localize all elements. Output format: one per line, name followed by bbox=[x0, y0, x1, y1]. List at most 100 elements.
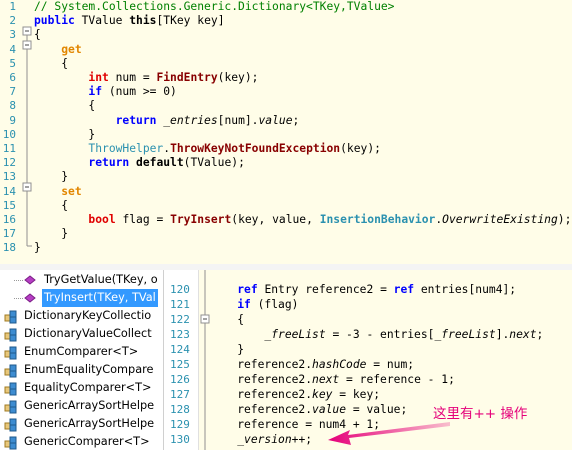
line-number: 1 bbox=[9, 0, 16, 13]
tree-item[interactable]: GenericComparer<T> bbox=[0, 433, 163, 450]
code-line: 6 int num = FindEntry(key); bbox=[0, 71, 572, 85]
line-number: 3 bbox=[9, 28, 16, 42]
line-number: 130 bbox=[170, 433, 190, 446]
line-number: 14 bbox=[2, 184, 16, 198]
code-line: 10 } bbox=[0, 128, 572, 142]
line-number: 18 bbox=[2, 241, 16, 255]
line-number: 9 bbox=[9, 113, 16, 127]
tree-item-label: GenericComparer<T> bbox=[24, 435, 150, 448]
code-text: { bbox=[34, 28, 41, 42]
code-line: 15 { bbox=[0, 199, 572, 213]
code-line: 120 ref Entry reference2 = ref entries[n… bbox=[164, 283, 572, 297]
method-icon bbox=[18, 274, 36, 286]
class-icon bbox=[4, 382, 17, 396]
code-text: _freeList = -3 - entries[_freeList].next… bbox=[264, 328, 544, 341]
top-code-editor[interactable]: 1 // System.Collections.Generic.Dictionar… bbox=[0, 0, 572, 264]
code-line: 123 _freeList = -3 - entries[_freeList].… bbox=[164, 328, 572, 342]
code-line: 12 return default(TValue); bbox=[0, 156, 572, 170]
code-text: _version++; bbox=[237, 433, 313, 446]
line-number: 8 bbox=[9, 99, 16, 113]
line-number: 6 bbox=[9, 71, 16, 84]
code-text: } bbox=[34, 170, 69, 184]
code-text: get bbox=[61, 42, 82, 56]
line-number: 126 bbox=[170, 373, 190, 386]
line-number: 2 bbox=[9, 14, 16, 28]
line-number: 11 bbox=[2, 142, 16, 155]
code-line: 1 // System.Collections.Generic.Dictionar… bbox=[0, 0, 572, 14]
code-line: 125 reference2.hashCode = num; bbox=[164, 358, 572, 372]
line-number: 17 bbox=[2, 227, 16, 241]
code-text: } bbox=[34, 127, 96, 141]
class-icon bbox=[4, 418, 17, 432]
tree-connector bbox=[14, 280, 23, 281]
line-number: 13 bbox=[2, 170, 16, 184]
tree-item-label: GenericArraySortHelpe bbox=[24, 399, 155, 412]
tree-item-label: DictionaryKeyCollectio bbox=[24, 309, 152, 322]
tree-item[interactable]: DictionaryValueCollect bbox=[0, 325, 163, 343]
code-text: reference2.next = reference - 1; bbox=[210, 373, 455, 386]
tree-item-label: TryInsert(TKey, TVal bbox=[42, 289, 158, 307]
code-text: int num = FindEntry(key); bbox=[88, 71, 259, 84]
code-line: 126 reference2.next = reference - 1; bbox=[164, 373, 572, 387]
class-icon bbox=[4, 346, 17, 360]
tree-item-label: DictionaryValueCollect bbox=[24, 327, 152, 340]
code-text: return _entries[num].value; bbox=[115, 113, 300, 127]
code-text: return default(TValue); bbox=[88, 156, 245, 170]
code-line: 14 set bbox=[0, 185, 572, 199]
tree-item[interactable]: GenericArraySortHelpe bbox=[0, 415, 163, 433]
tree-item-label: TryGetValue(TKey, o bbox=[44, 273, 158, 286]
code-line: 124 } bbox=[164, 343, 572, 357]
line-number: 128 bbox=[170, 403, 190, 416]
tree-item[interactable]: GenericArraySortHelpe bbox=[0, 397, 163, 415]
class-icon bbox=[4, 364, 17, 378]
tree-item[interactable]: DictionaryKeyCollectio bbox=[0, 307, 163, 325]
line-number: 7 bbox=[9, 85, 16, 99]
code-text: ref Entry reference2 = ref entries[num4]… bbox=[237, 283, 517, 296]
line-number: 12 bbox=[2, 156, 16, 170]
tree-item[interactable]: EnumComparer<T> bbox=[0, 343, 163, 361]
code-line: 17 } bbox=[0, 227, 572, 241]
code-text: { bbox=[34, 99, 96, 113]
code-text: { bbox=[34, 56, 69, 70]
tree-item[interactable]: TryGetValue(TKey, o bbox=[0, 271, 163, 289]
line-number: 122 bbox=[170, 313, 190, 326]
line-number: 123 bbox=[170, 328, 190, 341]
code-text: public TValue this[TKey key] bbox=[34, 14, 225, 28]
code-text: set bbox=[61, 184, 82, 198]
class-icon bbox=[4, 328, 17, 342]
code-line: 122 { bbox=[164, 313, 572, 327]
code-line: 18} bbox=[0, 241, 572, 255]
tree-item-label: EnumEqualityCompare bbox=[24, 363, 154, 376]
method-icon bbox=[18, 292, 36, 304]
line-number: 5 bbox=[9, 56, 16, 70]
code-line: 4 get bbox=[0, 43, 572, 57]
code-line: 8 { bbox=[0, 99, 572, 113]
code-text: if (flag) bbox=[237, 298, 299, 311]
code-line: 16 bool flag = TryInsert(key, value, Ins… bbox=[0, 213, 572, 227]
code-text: if (num >= 0) bbox=[88, 85, 177, 99]
code-text: bool flag = TryInsert(key, value, Insert… bbox=[88, 213, 572, 226]
code-text: // System.Collections.Generic.Dictionary… bbox=[34, 0, 395, 13]
assembly-tree[interactable]: TryGetValue(TKey, o TryInsert(TKey, TVal D… bbox=[0, 270, 164, 450]
code-line: 7 if (num >= 0) bbox=[0, 85, 572, 99]
class-icon bbox=[4, 400, 17, 414]
tree-item[interactable]: EqualityComparer<T> bbox=[0, 379, 163, 397]
code-text: { bbox=[210, 313, 245, 326]
code-line: 3{ bbox=[0, 28, 572, 42]
code-text: reference2.value = value; bbox=[210, 403, 408, 416]
tree-item[interactable]: EnumEqualityCompare bbox=[0, 361, 163, 379]
line-number: 124 bbox=[170, 343, 190, 356]
code-text: } bbox=[34, 227, 69, 241]
code-text: { bbox=[34, 198, 69, 212]
code-text: reference2.key = key; bbox=[210, 388, 381, 401]
code-line: 5 { bbox=[0, 57, 572, 71]
tree-item[interactable]: TryInsert(TKey, TVal bbox=[0, 289, 163, 307]
code-line: 9 return _entries[num].value; bbox=[0, 114, 572, 128]
line-number: 125 bbox=[170, 358, 190, 371]
tree-connector bbox=[14, 298, 23, 299]
code-text: } bbox=[210, 343, 245, 356]
line-number: 4 bbox=[9, 42, 16, 56]
code-text: reference2.hashCode = num; bbox=[210, 358, 415, 371]
line-number: 15 bbox=[2, 198, 16, 212]
line-number: 10 bbox=[2, 127, 16, 141]
